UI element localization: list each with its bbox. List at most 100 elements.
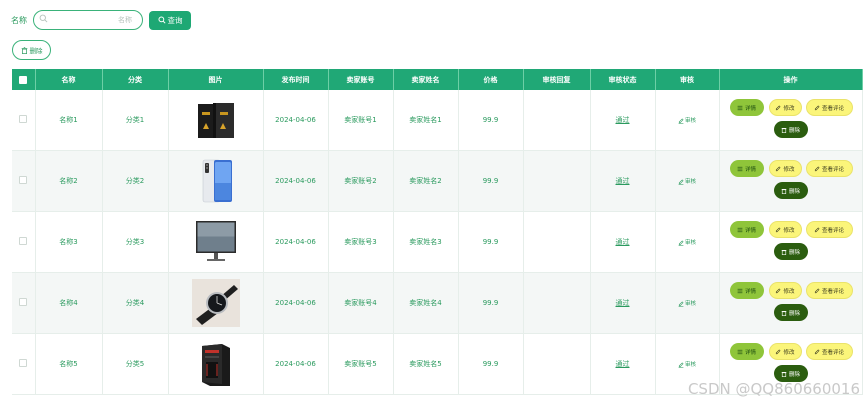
delete-button[interactable]: 删除 [773,182,808,199]
product-image-pc-case[interactable] [192,340,240,388]
edit-button[interactable]: 修改 [768,160,802,177]
detail-button[interactable]: 详情 [729,282,764,299]
column-header-reply: 审核回复 [523,69,591,90]
column-header-review: 审核 [655,69,720,90]
trash-icon [781,249,787,255]
edit-icon [678,240,684,246]
cell-actions: 详情 修改 查看评论 删除 [719,272,863,334]
cell-date: 2024-04-06 [263,333,329,395]
edit-icon [678,301,684,307]
column-header-image: 图片 [168,69,264,90]
query-button-label: 查询 [167,15,183,25]
column-header-price: 价格 [458,69,524,90]
delete-button[interactable]: 删除 [773,304,808,321]
product-image-monitor[interactable] [192,218,240,266]
product-image-smartphone[interactable] [192,157,240,205]
delete-button-label: 删除 [788,310,800,317]
data-table: 名称 分类 图片 发布时间 卖家账号 卖家姓名 价格 审核回复 审核状态 审核 … [12,69,863,395]
cell-account: 卖家账号5 [328,333,394,395]
cell-category: 分类1 [102,90,169,151]
view-reviews-label: 查看评论 [821,105,844,112]
delete-button[interactable]: 删除 [773,243,808,260]
table-header-row: 名称 分类 图片 发布时间 卖家账号 卖家姓名 价格 审核回复 审核状态 审核 … [12,69,863,90]
cell-reply [523,211,591,273]
row-checkbox[interactable] [19,359,28,367]
cell-date: 2024-04-06 [263,150,329,212]
delete-button-label: 删除 [788,249,800,256]
cell-seller: 卖家姓名5 [393,333,459,395]
cell-reply [523,272,591,334]
cell-image [168,90,264,151]
view-reviews-button[interactable]: 查看评论 [805,282,853,299]
cell-date: 2024-04-06 [263,211,329,273]
cell-price: 99.9 [458,272,524,334]
search-bar: 名称 查询 [11,10,191,30]
review-link[interactable]: 审核 [678,362,696,368]
row-checkbox[interactable] [19,298,28,306]
detail-button[interactable]: 详情 [729,343,764,360]
column-header-account: 卖家账号 [328,69,394,90]
detail-button[interactable]: 详情 [729,160,764,177]
edit-button-label: 修改 [783,105,795,112]
edit-icon [678,362,684,368]
trash-icon [781,127,787,133]
edit-icon [776,349,781,354]
cell-account: 卖家账号3 [328,211,394,273]
edit-icon [814,227,820,232]
edit-button[interactable]: 修改 [768,221,802,238]
detail-button-label: 详情 [744,227,756,234]
cell-account: 卖家账号4 [328,272,394,334]
table-row: 名称2 分类2 2024-04-06 卖家账号2 卖家姓名2 99.9 通过 审… [12,150,863,212]
cell-actions: 详情 修改 查看评论 删除 [719,211,863,273]
delete-button-label: 删除 [788,127,800,134]
status-approved: 通过 [615,116,630,124]
view-reviews-label: 查看评论 [821,288,844,295]
trash-icon [781,371,787,377]
delete-button[interactable]: 删除 [773,121,808,138]
view-reviews-label: 查看评论 [821,166,844,173]
review-link[interactable]: 审核 [678,118,696,124]
edit-button[interactable]: 修改 [768,99,802,116]
cell-seller: 卖家姓名1 [393,90,459,151]
search-field[interactable] [33,10,143,30]
batch-delete-button[interactable]: 删除 [12,40,51,60]
view-reviews-button[interactable]: 查看评论 [805,160,853,177]
review-link[interactable]: 审核 [678,301,696,307]
select-all-cell[interactable] [12,69,36,90]
batch-delete-label: 删除 [29,47,43,55]
view-reviews-button[interactable]: 查看评论 [805,99,853,116]
cell-price: 99.9 [458,90,524,151]
detail-button[interactable]: 详情 [729,221,764,238]
row-checkbox[interactable] [19,237,28,245]
search-icon [157,16,166,24]
column-header-date: 发布时间 [263,69,329,90]
list-icon [737,227,743,232]
product-image-phone-box[interactable] [192,96,240,144]
detail-button[interactable]: 详情 [729,99,764,116]
review-link-label: 审核 [684,362,696,368]
review-link[interactable]: 审核 [678,179,696,185]
query-button[interactable]: 查询 [149,10,191,30]
cell-name: 名称5 [35,333,103,395]
search-input[interactable] [50,12,134,28]
cell-price: 99.9 [458,333,524,395]
edit-button[interactable]: 修改 [768,343,802,360]
view-reviews-button[interactable]: 查看评论 [805,221,853,238]
view-reviews-button[interactable]: 查看评论 [805,343,853,360]
cell-image [168,333,264,395]
select-all-checkbox[interactable] [19,75,28,84]
edit-icon [814,105,820,110]
trash-icon [781,188,787,194]
cell-name: 名称1 [35,90,103,151]
cell-price: 99.9 [458,150,524,212]
row-checkbox[interactable] [19,176,28,184]
product-image-wristwatch[interactable] [191,279,240,327]
edit-button-label: 修改 [783,349,795,356]
edit-button[interactable]: 修改 [768,282,802,299]
row-checkbox[interactable] [19,115,28,123]
watermark: CSDN @QQ860660016 [687,380,860,398]
edit-button-label: 修改 [783,166,795,173]
review-link[interactable]: 审核 [678,240,696,246]
edit-icon [678,118,684,124]
edit-button-label: 修改 [783,227,795,234]
